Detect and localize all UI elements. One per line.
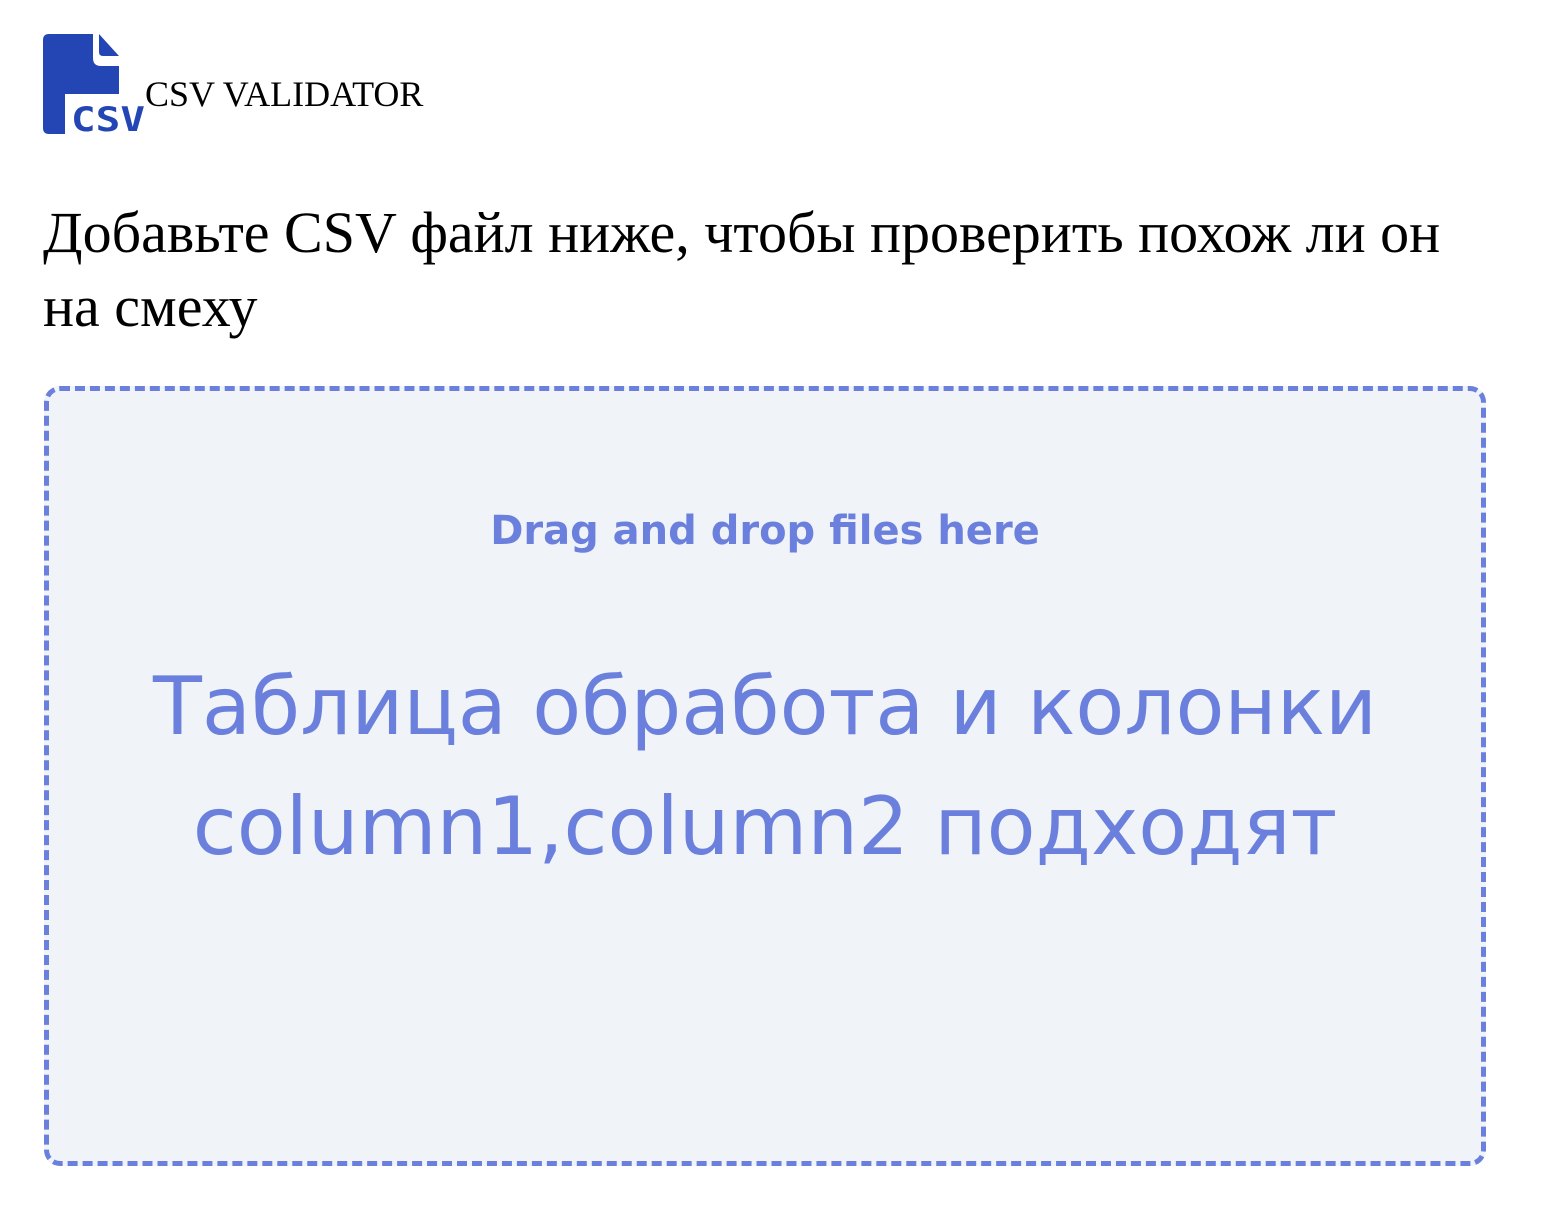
app-header: CSV CSV VALIDATOR [43, 34, 423, 134]
instructions-text: Добавьте CSV файл ниже, чтобы проверить … [43, 200, 1441, 339]
page: CSV CSV VALIDATOR Добавьте CSV файл ниже… [0, 0, 1560, 1224]
app-title: CSV VALIDATOR [145, 74, 424, 114]
csv-file-icon: CSV [43, 34, 145, 134]
validation-result-message: Таблица обработа и колонки column1,colum… [152, 660, 1378, 873]
file-dropzone[interactable]: Drag and drop files here Таблица обработ… [44, 386, 1486, 1166]
logo-text: CSV [71, 100, 145, 134]
drop-hint-label: Drag and drop files here [490, 508, 1040, 554]
